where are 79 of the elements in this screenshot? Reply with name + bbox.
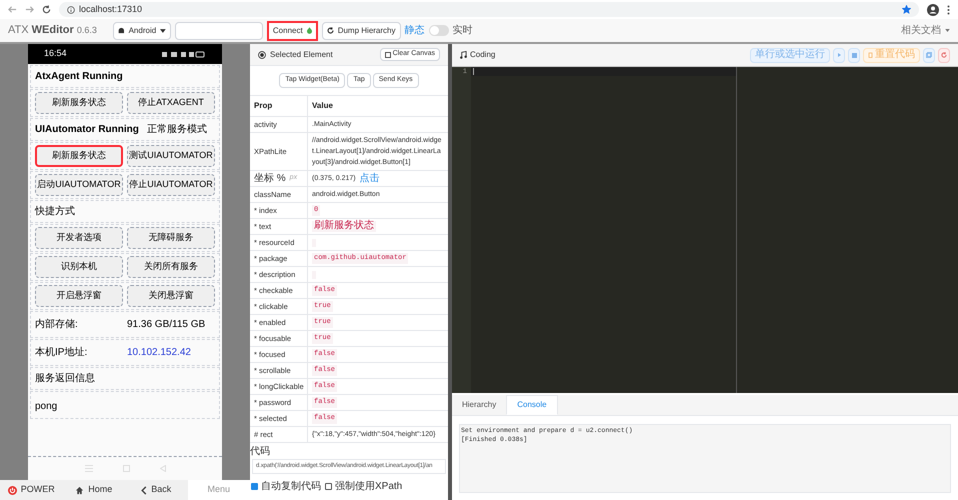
phone-button[interactable]: 刷新服务状态	[35, 92, 123, 114]
device-control-button[interactable]: Home	[62, 480, 125, 500]
reload-icon[interactable]	[42, 5, 51, 14]
serial-input[interactable]	[174, 22, 263, 40]
clock-text: 16:54	[44, 47, 67, 60]
platform-dropdown[interactable]: Android	[112, 22, 171, 40]
caret-icon	[945, 29, 950, 32]
info-icon	[67, 6, 75, 14]
checkbox[interactable]	[325, 483, 332, 490]
prop-value: 刷新服务状态	[312, 221, 376, 232]
dump-hierarchy-button[interactable]: Dump Hierarchy	[322, 22, 400, 40]
refresh-icon	[326, 27, 334, 34]
power-icon	[8, 486, 17, 494]
device-control-button[interactable]: POWER	[0, 480, 62, 500]
live-label: 实时	[452, 24, 472, 38]
column-header: Value	[308, 96, 448, 117]
status-icons	[162, 50, 206, 58]
column-header: Prop	[250, 96, 308, 117]
copy-button[interactable]	[923, 48, 935, 62]
stop-icon	[852, 52, 856, 58]
phone-button[interactable]: 识别本机	[35, 256, 123, 278]
address-bar[interactable]: localhost:17310	[59, 2, 919, 17]
info-label: 内部存储:	[35, 318, 79, 332]
static-label: 静态	[404, 24, 424, 38]
run-button[interactable]	[833, 48, 845, 62]
back-arrow-icon[interactable]	[8, 5, 17, 14]
star-icon[interactable]	[902, 5, 911, 14]
option-label: 强制使用XPath	[335, 480, 402, 494]
code-label: 代码	[250, 445, 271, 459]
device-control-button[interactable]: Back	[125, 480, 188, 500]
checkbox-icon	[384, 52, 391, 58]
app-title: ATX WEditor 0.6.3	[8, 23, 97, 38]
connect-button[interactable]: Connect	[266, 20, 318, 40]
panel-tab[interactable]: Console	[506, 395, 558, 415]
phone-button[interactable]: 关闭所有服务	[127, 256, 215, 278]
checkbox[interactable]	[251, 483, 258, 490]
phone-button[interactable]: 开发者选项	[35, 227, 123, 249]
phone-button[interactable]: 无障碍服务	[127, 227, 215, 249]
menu-icon[interactable]	[84, 465, 92, 472]
info-value: 91.36 GB/115 GB	[127, 318, 206, 332]
status-text: 服务返回信息	[35, 372, 95, 386]
caret-icon	[160, 28, 166, 32]
phone-button[interactable]: 测试UIAUTOMATOR	[127, 145, 215, 167]
docs-menu[interactable]: 相关文档	[901, 23, 950, 38]
chevron-left-icon	[141, 486, 148, 494]
refresh-icon	[941, 52, 947, 58]
phone-button[interactable]: 停止ATXAGENT	[127, 92, 215, 114]
triangle-icon[interactable]	[160, 465, 166, 472]
url-text: localhost:17310	[79, 2, 142, 16]
status-text: UIAutomator Running	[35, 123, 139, 137]
copy-icon	[926, 52, 932, 58]
status-text: AtxAgent Running	[35, 70, 123, 84]
phone-button[interactable]: 开启悬浮窗	[35, 285, 123, 307]
stop-button[interactable]	[848, 48, 860, 62]
phone-button[interactable]: 刷新服务状态	[35, 145, 123, 167]
phone-button[interactable]: 关闭悬浮窗	[127, 285, 215, 307]
click-link[interactable]: 点击	[360, 173, 380, 184]
phone-button[interactable]: 启动UIAUTOMATOR	[35, 174, 123, 196]
music-note-icon	[460, 51, 467, 59]
status-text: 快捷方式	[35, 204, 75, 219]
panel-tab[interactable]: Hierarchy	[452, 395, 506, 415]
status-text: 正常服务模式	[146, 122, 207, 137]
radio-icon	[258, 50, 266, 58]
info-value: 10.102.152.42	[127, 346, 192, 360]
phone-button[interactable]: 停止UIAUTOMATOR	[127, 174, 215, 196]
info-label: 本机IP地址:	[35, 346, 88, 360]
play-icon	[838, 53, 840, 57]
restart-button[interactable]	[938, 48, 950, 62]
option-label: 自动复制代码	[261, 480, 321, 494]
prop-name: 坐标 %	[254, 173, 286, 184]
panel-title: Coding	[470, 49, 496, 61]
forward-arrow-icon[interactable]	[25, 5, 34, 14]
panel-title: Selected Element	[270, 48, 333, 60]
more-icon[interactable]	[947, 4, 950, 14]
live-toggle[interactable]	[428, 25, 448, 36]
square-icon[interactable]	[122, 465, 130, 472]
response-text: pong	[35, 401, 58, 412]
home-icon	[75, 486, 84, 494]
account-icon[interactable]	[927, 4, 939, 16]
